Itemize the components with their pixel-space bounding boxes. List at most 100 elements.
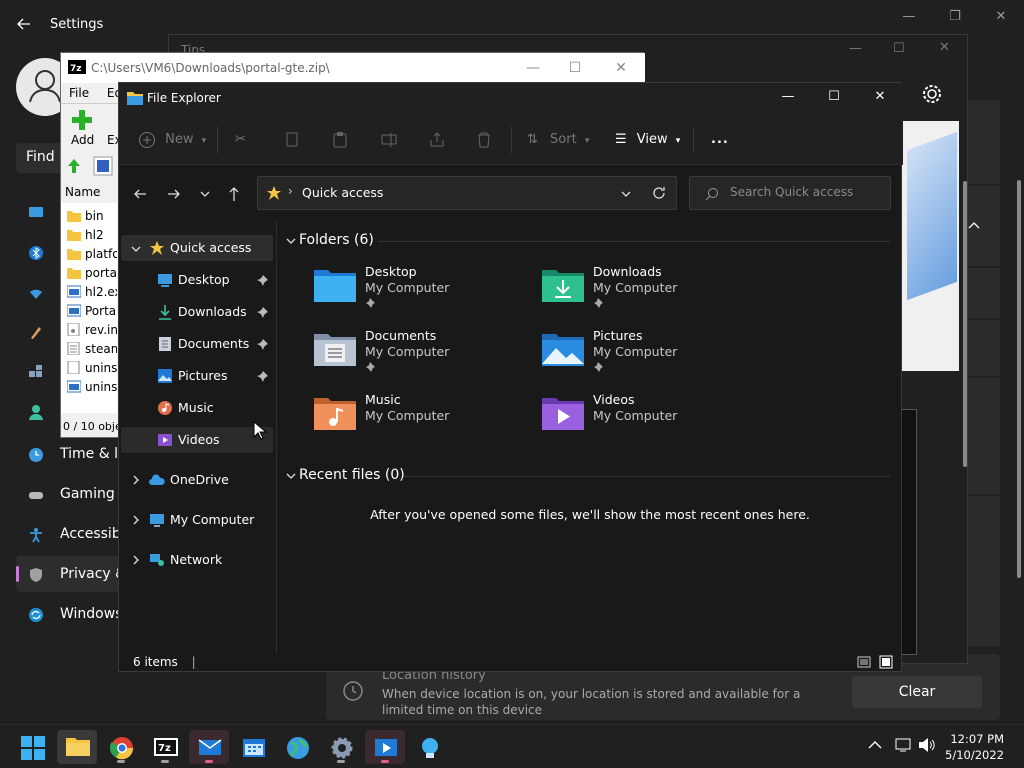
bluetooth-icon[interactable] [28,244,44,262]
sort-button[interactable]: ⇅ Sort ▾ [527,128,589,152]
up-arrow-icon[interactable] [227,186,241,202]
nav-videos[interactable]: Videos [121,427,273,453]
start-button[interactable] [12,730,52,764]
folder-tile-music[interactable]: Music My Computer [314,392,534,446]
breadcrumb[interactable]: Quick access [302,185,383,200]
minimize-icon[interactable]: — [849,41,862,56]
recent-locations-chevron-icon[interactable] [199,189,211,199]
search-input[interactable]: Search Quick access [689,176,891,210]
list-item[interactable]: unins0 [67,378,117,396]
chevron-up-icon[interactable] [966,218,982,234]
copy-icon[interactable] [285,132,299,148]
back-arrow-icon[interactable] [133,187,147,201]
accounts-icon[interactable] [28,404,44,420]
add-plus-icon[interactable] [71,109,93,131]
chevron-up-icon[interactable] [868,739,882,751]
chevron-right-icon[interactable] [131,515,141,525]
back-arrow-icon[interactable] [16,16,32,32]
forward-arrow-icon[interactable] [167,187,181,201]
taskbar-chrome[interactable] [101,730,141,764]
chevron-right-icon[interactable] [131,475,141,485]
add-button[interactable]: Add [71,133,94,147]
nav-downloads[interactable]: Downloads [121,299,273,325]
nav-music[interactable]: Music [121,395,273,421]
chevron-down-icon[interactable] [131,244,141,254]
details-view-icon[interactable] [857,656,871,668]
taskbar-tips[interactable] [409,730,449,764]
new-button[interactable]: + New ▾ [139,128,206,152]
chevron-right-icon[interactable] [131,555,141,565]
minimize-icon[interactable]: — [765,89,811,109]
view-button[interactable]: ☰ View ▾ [615,128,680,152]
network-status-icon[interactable] [894,737,912,753]
close-icon[interactable]: ✕ [939,40,950,55]
minimize-icon[interactable]: — [894,9,924,25]
settings-scrollbar[interactable] [1017,180,1021,578]
pin-icon[interactable] [257,338,269,350]
close-icon[interactable]: ✕ [857,89,903,109]
address-bar[interactable]: › Quick access [257,176,677,210]
more-options-icon[interactable]: ... [711,128,729,152]
list-item[interactable]: hl2 [67,226,117,244]
nav-desktop[interactable]: Desktop [121,267,273,293]
delete-icon[interactable] [477,132,491,148]
taskbar-calendar[interactable] [233,730,273,764]
taskbar-media-player[interactable] [365,730,405,764]
volume-icon[interactable] [918,737,936,753]
taskbar-maps[interactable] [277,730,317,764]
folder-tile-pictures[interactable]: Pictures My Computer [542,328,762,382]
display-icon[interactable] [28,206,44,220]
pin-icon[interactable] [257,306,269,318]
nav-my-computer[interactable]: My Computer [121,507,273,533]
pin-icon[interactable] [257,370,269,382]
nav-network[interactable]: Network [121,547,273,573]
minimize-icon[interactable]: — [523,60,543,76]
taskbar-settings[interactable] [321,730,361,764]
clear-history-button[interactable]: Clear [852,676,982,708]
cut-icon[interactable]: ✂ [235,128,246,152]
taskbar-file-explorer[interactable] [57,730,97,764]
name-column-header[interactable]: Name [65,185,100,199]
folder-tile-videos[interactable]: Videos My Computer [542,392,762,446]
recent-files-section-header[interactable]: Recent files (0) [299,467,405,483]
maximize-icon[interactable]: ☐ [811,89,857,109]
folder-tile-downloads[interactable]: Downloads My Computer [542,264,762,318]
close-icon[interactable]: ✕ [611,60,631,76]
maximize-icon[interactable]: ☐ [893,41,905,56]
menu-file[interactable]: File [69,86,89,100]
pin-icon[interactable] [257,274,269,286]
folder-tile-desktop[interactable]: Desktop My Computer [314,264,534,318]
list-item[interactable]: rev.ini [67,321,117,339]
nav-onedrive[interactable]: OneDrive [121,467,273,493]
rename-icon[interactable] [381,133,397,147]
list-item[interactable]: Portal. [67,302,117,320]
paste-icon[interactable] [333,132,347,148]
tiles-view-icon[interactable] [879,655,893,669]
nav-documents[interactable]: Documents [121,331,273,357]
list-item[interactable]: unins0 [67,359,117,377]
system-clock[interactable]: 12:07 PM 5/10/2022 [945,731,1004,763]
chevron-down-icon[interactable] [286,471,296,481]
network-icon[interactable] [28,286,44,300]
up-folder-icon[interactable] [67,158,81,174]
apps-icon[interactable] [28,364,44,380]
list-item[interactable]: steam_ [67,340,117,358]
taskbar-7zip[interactable]: 7z [145,730,185,764]
restore-icon[interactable]: ❐ [940,9,970,25]
personalization-icon[interactable] [28,324,44,340]
maximize-icon[interactable]: ☐ [565,60,585,76]
list-item[interactable]: portal [67,264,117,282]
nav-pictures[interactable]: Pictures [121,363,273,389]
list-item[interactable]: bin [67,207,117,225]
list-item[interactable]: platfor [67,245,117,263]
refresh-icon[interactable] [651,185,667,201]
share-icon[interactable] [429,132,445,148]
chevron-down-icon[interactable] [620,189,632,199]
close-icon[interactable]: ✕ [986,9,1016,25]
list-item[interactable]: hl2.exe [67,283,117,301]
nav-quick-access[interactable]: Quick access [121,235,273,261]
folder-tile-documents[interactable]: Documents My Computer [314,328,534,382]
chevron-down-icon[interactable] [286,236,296,246]
gear-icon[interactable] [921,83,943,105]
taskbar-mail[interactable] [189,730,229,764]
